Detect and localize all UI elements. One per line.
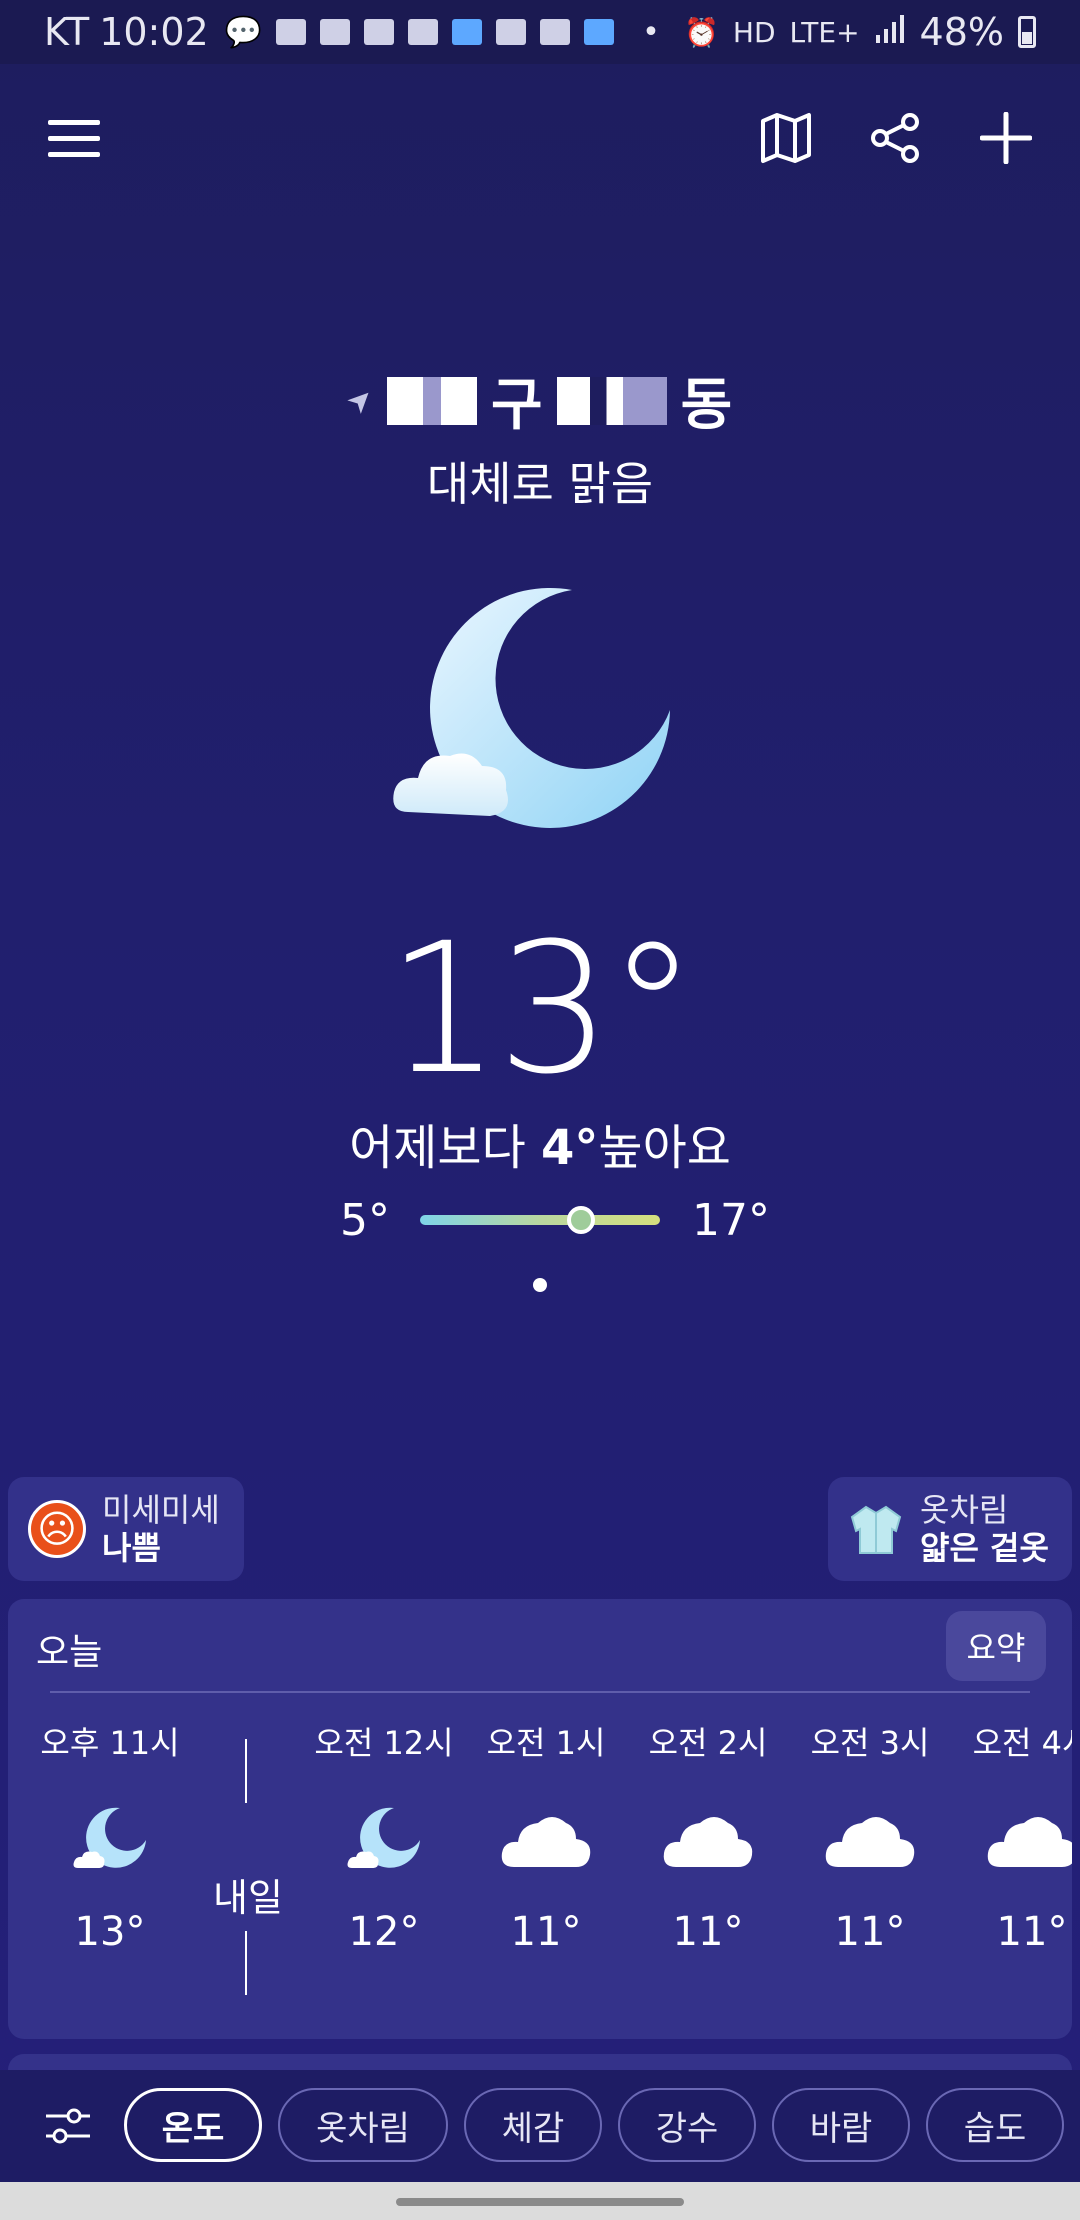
hd-icon: HD	[732, 15, 776, 49]
tab-humidity[interactable]: 습도	[926, 2088, 1064, 2162]
notification-icon	[584, 19, 615, 45]
notification-icon	[408, 19, 439, 45]
tab-feels-like[interactable]: 체감	[464, 2088, 602, 2162]
battery-icon	[1018, 16, 1036, 48]
compare-prefix: 어제보다	[349, 1120, 541, 1176]
signal-icon	[874, 10, 906, 54]
filter-button[interactable]	[38, 2096, 98, 2156]
temperature-range: 5° 17°	[340, 1190, 770, 1250]
hour-item[interactable]: 오전 1시 11°	[466, 1719, 626, 2019]
hour-temperature: 11°	[672, 1909, 744, 1955]
clothing-chip[interactable]: 옷차림 얇은 겉옷	[828, 1477, 1072, 1581]
carrier-label: KT	[44, 10, 90, 54]
moon-cloud-icon	[30, 1779, 190, 1899]
hour-label: 오전 12시	[314, 1724, 454, 1762]
low-temperature: 5°	[340, 1194, 390, 1246]
day-separator	[245, 1739, 247, 1803]
hour-item[interactable]: 오후 11시 13°	[30, 1719, 190, 2019]
location-arrow-icon: ➤	[339, 379, 382, 422]
hour-temperature: 11°	[834, 1909, 906, 1955]
hamburger-icon	[48, 120, 100, 157]
hourly-title: 오늘	[36, 1632, 103, 1673]
hour-temperature: 13°	[74, 1909, 146, 1955]
toolbar	[0, 100, 1080, 176]
location-suffix: 동	[680, 373, 733, 438]
hour-label: 오전 2시	[648, 1724, 768, 1762]
dust-value: 나쁨	[102, 1529, 161, 1567]
weather-condition: 대체로 맑음	[426, 457, 654, 511]
notification-icon	[452, 19, 483, 45]
clothing-value: 얇은 겉옷	[920, 1529, 1049, 1567]
notification-icon	[364, 19, 395, 45]
temperature-range-bar	[420, 1206, 660, 1234]
clock: 10:02	[99, 10, 209, 54]
high-temperature: 17°	[692, 1194, 770, 1246]
menu-button[interactable]	[36, 100, 112, 176]
system-nav-bar	[0, 2182, 1080, 2220]
moon-cloud-icon	[393, 587, 670, 828]
clothing-title: 옷차림	[920, 1491, 1009, 1529]
notification-icon	[320, 19, 351, 45]
hour-label: 오후 11시	[40, 1724, 180, 1762]
map-button[interactable]	[748, 100, 824, 176]
alarm-icon: ⏰	[684, 15, 719, 49]
share-icon	[871, 113, 919, 163]
hour-item[interactable]: 오전 2시 11°	[628, 1719, 788, 2019]
cloud-icon	[790, 1779, 950, 1899]
day-separator	[245, 1931, 247, 1995]
hour-temperature: 11°	[510, 1909, 582, 1955]
location-title[interactable]: ➤ 구 동	[0, 360, 1080, 441]
summary-button[interactable]: 요약	[946, 1611, 1046, 1681]
hour-label: 오전 1시	[486, 1724, 606, 1762]
notification-icon	[496, 19, 527, 45]
current-temperature: 13°	[386, 905, 697, 1114]
map-icon	[761, 113, 811, 163]
cloud-icon	[466, 1779, 626, 1899]
notification-icon	[540, 19, 571, 45]
more-dot-icon: •	[642, 14, 660, 50]
battery-percent: 48%	[919, 10, 1004, 54]
hour-item[interactable]: 오전 4시 11°	[952, 1719, 1072, 2019]
notification-icon	[276, 19, 307, 45]
tab-clothing[interactable]: 옷차림	[278, 2088, 448, 2162]
temperature-compare: 어제보다 4°높아요	[0, 1108, 1080, 1178]
jacket-icon	[850, 1505, 902, 1554]
message-icon: 💬	[224, 14, 263, 50]
bottom-tab-bar: 온도 옷차림 체감 강수 바람 습도	[0, 2070, 1080, 2182]
location-name: 구	[491, 373, 543, 438]
tab-temperature[interactable]: 온도	[124, 2088, 262, 2162]
hour-item[interactable]: 오전 3시 11°	[790, 1719, 950, 2019]
sad-face-icon: ☹	[28, 1500, 86, 1558]
divider	[50, 1691, 1030, 1693]
hour-label: 오전 3시	[810, 1724, 930, 1762]
location-redacted-block	[387, 376, 478, 425]
tab-precipitation[interactable]: 강수	[618, 2088, 756, 2162]
system-icons: ⏰ HD LTE+ 48%	[684, 10, 1036, 54]
location-redacted-block	[556, 376, 667, 425]
share-button[interactable]	[858, 100, 934, 176]
plus-icon	[980, 112, 1032, 164]
add-location-button[interactable]	[968, 100, 1044, 176]
page-indicator-dot	[533, 1278, 547, 1292]
tab-wind[interactable]: 바람	[772, 2088, 910, 2162]
sliders-icon	[46, 2108, 90, 2144]
hour-temperature: 12°	[348, 1909, 420, 1955]
notification-icons: 💬 •	[225, 15, 660, 50]
dust-title: 미세미세	[102, 1491, 220, 1529]
hourly-forecast-card: 오늘 요약 오후 11시 13° 내일 오전 12시 12° 오전 1시 11°…	[8, 1599, 1072, 2039]
current-temp-marker	[566, 1206, 595, 1234]
cloud-icon	[628, 1779, 788, 1899]
cloud-icon	[952, 1779, 1072, 1899]
home-handle[interactable]	[396, 2198, 684, 2206]
tomorrow-label: 내일	[213, 1876, 283, 1920]
hour-label: 오전 4시	[972, 1724, 1072, 1762]
lte-icon: LTE+	[789, 15, 860, 49]
hour-item[interactable]: 오전 12시 12°	[304, 1719, 464, 2019]
status-bar: KT 10:02 💬 • ⏰ HD LTE+ 48%	[0, 0, 1080, 64]
moon-cloud-icon	[304, 1779, 464, 1899]
compare-suffix: 높아요	[598, 1120, 731, 1176]
fine-dust-chip[interactable]: ☹ 미세미세 나쁨	[8, 1477, 244, 1581]
compare-value: 4°	[541, 1120, 599, 1176]
hour-temperature: 11°	[996, 1909, 1068, 1955]
